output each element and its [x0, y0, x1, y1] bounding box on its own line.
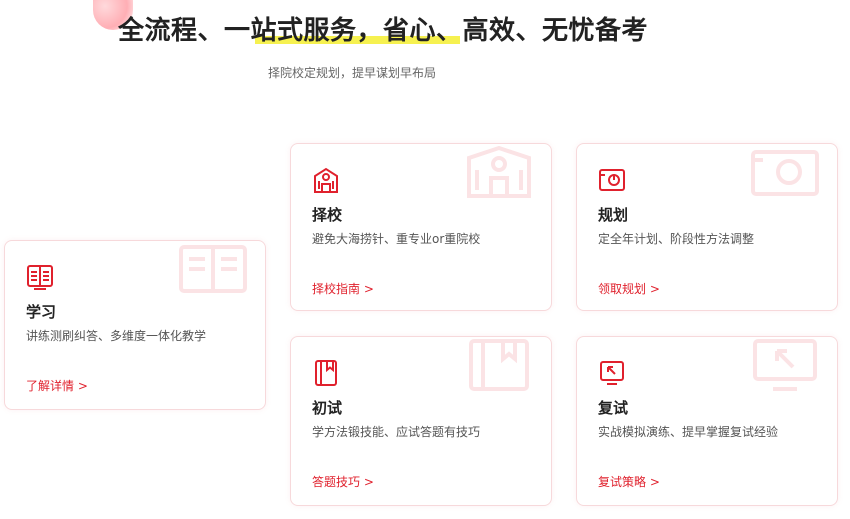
card-study-title: 学习	[26, 303, 57, 321]
card-retest-link[interactable]: 复试策略 >	[598, 473, 660, 490]
school-building-watermark-icon	[467, 146, 531, 198]
card-plan[interactable]: 规划 定全年计划、阶段性方法调整 领取规划 >	[576, 143, 838, 311]
card-school-title: 择校	[312, 206, 343, 224]
bookmark-book-icon	[315, 360, 337, 386]
card-plan-title: 规划	[598, 206, 629, 224]
card-retest-title: 复试	[598, 399, 629, 417]
card-retest[interactable]: 复试 实战模拟演练、提早掌握复试经验 复试策略 >	[576, 336, 838, 506]
page-title: 全流程、一站式服务，省心、高效、无忧备考	[118, 16, 649, 46]
card-exam[interactable]: 初试 学方法锻技能、应试答题有技巧 答题技巧 >	[290, 336, 552, 506]
card-study-link[interactable]: 了解详情 >	[26, 377, 88, 394]
card-school-desc: 避免大海捞针、重专业or重院校	[312, 232, 481, 246]
card-study[interactable]: 学习 讲练测刷纠答、多维度一体化教学 了解详情 >	[4, 240, 266, 410]
card-plan-link[interactable]: 领取规划 >	[598, 280, 660, 297]
monitor-arrow-icon	[600, 361, 624, 385]
monitor-arrow-watermark-icon	[753, 339, 817, 391]
card-school[interactable]: 择校 避免大海捞针、重专业or重院校 择校指南 >	[290, 143, 552, 311]
planning-chart-watermark-icon	[751, 150, 819, 196]
open-book-watermark-icon	[179, 245, 247, 293]
planning-chart-icon	[599, 169, 625, 191]
school-building-icon	[314, 167, 338, 193]
card-retest-desc: 实战模拟演练、提早掌握复试经验	[598, 425, 779, 439]
card-plan-desc: 定全年计划、阶段性方法调整	[598, 232, 755, 246]
card-school-link[interactable]: 择校指南 >	[312, 280, 374, 297]
open-book-icon	[27, 265, 53, 290]
card-exam-title: 初试	[312, 399, 343, 417]
card-exam-link[interactable]: 答题技巧 >	[312, 473, 374, 490]
card-exam-desc: 学方法锻技能、应试答题有技巧	[312, 425, 481, 439]
card-study-desc: 讲练测刷纠答、多维度一体化教学	[26, 329, 207, 343]
bookmark-book-watermark-icon	[469, 339, 529, 391]
page-subtitle: 择院校定规划，提早谋划早布局	[268, 66, 437, 80]
